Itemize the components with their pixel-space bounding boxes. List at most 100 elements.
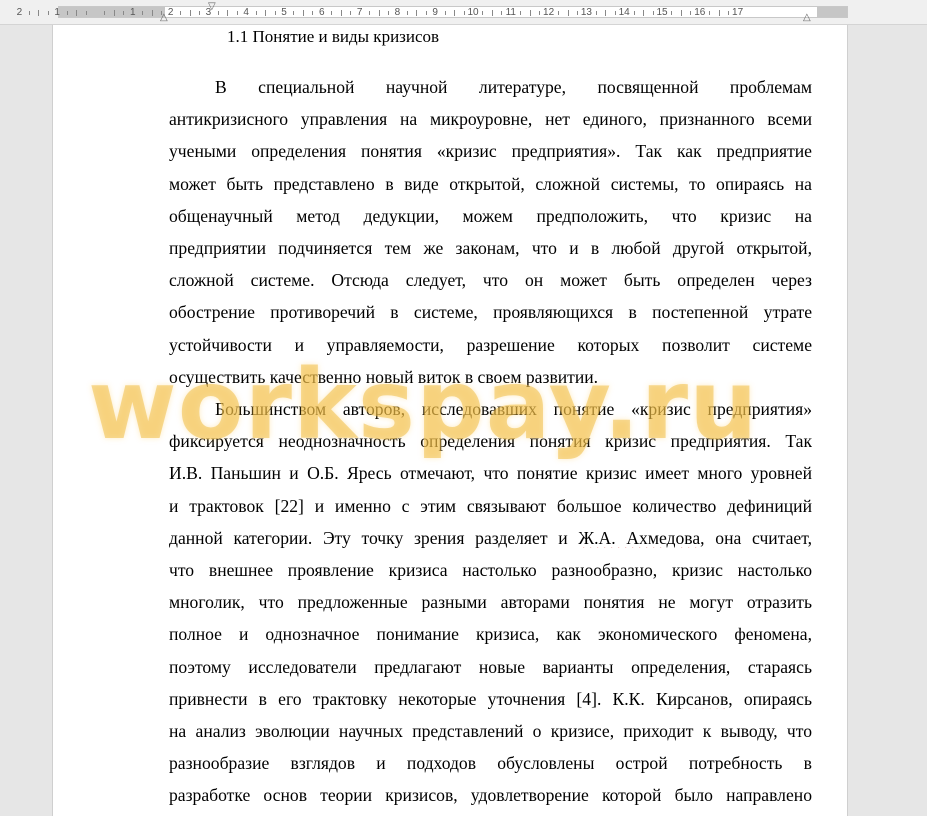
text-run: привнести в его трактовку некоторые уточ… [169, 688, 656, 709]
ruler-tick [595, 11, 597, 15]
ruler-tick [558, 11, 560, 15]
text-line: фиксируется неоднозначность определения … [169, 431, 812, 452]
text-line: и трактовок [22] и именно с этим связыва… [169, 495, 812, 516]
spellcheck-word[interactable]: Кирсанов [656, 689, 728, 709]
ruler-tick [444, 11, 446, 15]
text-line: Большинством авторов, исследовавших поня… [215, 399, 812, 419]
ruler-number: 16 [694, 7, 706, 18]
ruler-tick [633, 11, 635, 15]
ruler-tick [198, 11, 200, 15]
ruler-tick [217, 11, 219, 15]
text-run: отмечают, что понятие кризис имеет много… [391, 463, 812, 484]
ruler-tick [463, 11, 465, 15]
hanging-indent-marker[interactable]: △ [160, 13, 168, 23]
text-line: устойчивости и управляемости, разрешение… [169, 334, 812, 355]
spellcheck-word[interactable]: О.Б. Яресь [307, 463, 392, 483]
right-indent-marker[interactable]: △ [803, 13, 811, 23]
text-line: привнести в его трактовку некоторые уточ… [169, 689, 812, 709]
text-line: данной категории. Эту точку зрения разде… [169, 528, 812, 548]
ruler-tick [680, 10, 682, 16]
ruler-tick [425, 11, 427, 15]
ruler-tick [491, 10, 493, 16]
text-line: что внешнее проявление кризиса настолько… [169, 560, 812, 580]
ruler-tick [652, 11, 654, 15]
ruler-number: 4 [243, 7, 249, 18]
text-line: обострение противоречий в системе, прояв… [169, 302, 812, 323]
ruler-number: 8 [394, 7, 401, 18]
horizontal-ruler[interactable]: 2 1 1 2 3 4 5 6 7 8 9 10 11 12 13 14 15 16 17 △ ▽ △ [0, 0, 927, 25]
text-run: данной категории. Эту точку зрения разде… [169, 527, 579, 548]
ruler-tick [312, 11, 314, 15]
text-line: на анализ эволюции научных представлений… [169, 721, 812, 741]
text-run: , она считает, [700, 527, 812, 548]
ruler-tick [142, 11, 144, 15]
ruler-tick [529, 10, 531, 16]
ruler-number: 5 [281, 7, 287, 18]
ruler-tick [482, 11, 484, 15]
ruler-number: 2 [167, 7, 174, 18]
text-line: поэтому исследователи предлагают новые в… [169, 656, 812, 677]
ruler-tick [28, 11, 30, 15]
ruler-tick [643, 10, 645, 16]
ruler-tick [614, 11, 616, 15]
ruler-tick [66, 11, 68, 15]
ruler-tick [180, 11, 182, 15]
text-line: может быть представлено в виде открытой,… [169, 173, 812, 194]
ruler-number: 10 [467, 7, 479, 18]
ruler-number: 15 [656, 7, 668, 18]
ruler-tick [690, 11, 692, 15]
ruler-tick [47, 11, 49, 15]
ruler-tick [416, 10, 418, 16]
text-line: В специальной научной литературе, посвящ… [215, 77, 812, 97]
ruler-tick [718, 10, 720, 16]
ruler-tick [709, 11, 711, 15]
ruler-tick [576, 11, 578, 15]
ruler-tick [671, 11, 673, 15]
ruler-tick [123, 11, 125, 15]
ruler-tick [539, 11, 541, 15]
text-line: учеными определения понятия «кризис пред… [169, 141, 812, 162]
ruler-tick [520, 11, 522, 15]
ruler-tick [331, 11, 333, 15]
text-run: , нет единого, признанного всеми [527, 109, 812, 130]
ruler-tick [189, 10, 191, 16]
ruler-tick [104, 11, 106, 15]
ruler-number: 12 [543, 7, 555, 18]
text-run: и [280, 463, 308, 484]
document-page[interactable]: 1.1 Понятие и виды кризисов В специально… [52, 25, 848, 816]
ruler-number: 6 [319, 7, 325, 18]
ruler-tick [236, 11, 238, 15]
text-line: разработке основ теории кризисов, удовле… [169, 785, 812, 806]
text-line: общенаучный метод дедукции, можем предпо… [169, 205, 812, 226]
ruler-tick [151, 10, 153, 16]
text-line: разнообразие взглядов и подходов обуслов… [169, 753, 812, 774]
ruler-tick [387, 11, 389, 15]
ruler-tick [255, 11, 257, 15]
ruler-tick [227, 10, 229, 16]
ruler-number: 1 [130, 7, 136, 18]
ruler-number: 13 [580, 7, 592, 18]
ruler-left-margin [59, 7, 165, 17]
ruler-tick [567, 10, 569, 16]
ruler-number: 7 [356, 7, 363, 18]
ruler-tick [605, 10, 607, 16]
text-line: осуществить качественно новый виток в св… [169, 366, 599, 387]
spellcheck-word[interactable]: И.В. Паньшин [169, 463, 281, 483]
first-line-indent-marker[interactable]: ▽ [208, 2, 216, 12]
text-line: сложной системе. Отсюда следует, что он … [169, 270, 812, 291]
text-line: предприятии подчиняется тем же законам, … [169, 238, 812, 258]
ruler-number: 2 [16, 7, 23, 18]
ruler-tick [728, 11, 730, 15]
ruler-number: 9 [432, 7, 438, 18]
ruler-tick [501, 11, 503, 15]
ruler-tick [369, 11, 371, 15]
text-run: антикризисного управления на [169, 109, 430, 130]
ruler-number: 17 [732, 7, 744, 18]
ruler-number: 14 [618, 7, 630, 18]
spellcheck-word[interactable]: Ж.А. Ахмедова [578, 528, 700, 548]
text-line: многолик, что предложенные разными автор… [169, 592, 812, 613]
ruler-track[interactable]: 2 1 1 2 3 4 5 6 7 8 9 10 11 12 13 14 15 16 17 [17, 6, 848, 18]
ruler-tick [340, 10, 342, 16]
spellcheck-word[interactable]: микроуровне [430, 109, 528, 129]
ruler-right-margin [817, 7, 847, 17]
